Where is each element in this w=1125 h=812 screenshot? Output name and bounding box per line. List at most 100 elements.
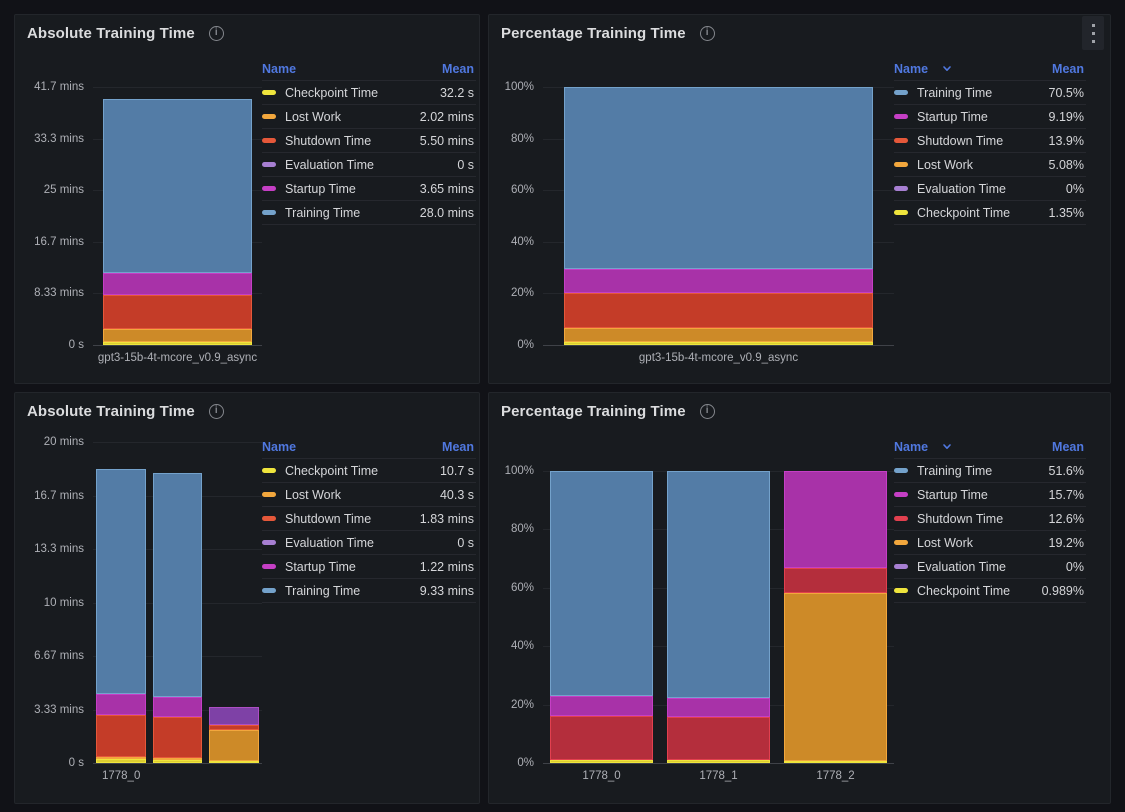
legend-row-startup[interactable]: Startup Time15.7% (894, 483, 1086, 507)
legend-header-name[interactable]: Name (894, 440, 952, 454)
bar-segment-lost[interactable] (564, 328, 873, 341)
info-icon[interactable]: i (700, 26, 715, 41)
bar-segment-checkpoint[interactable] (103, 342, 252, 345)
legend-row-lost[interactable]: Lost Work5.08% (894, 153, 1086, 177)
x-tick-label: 1778_0 (543, 763, 660, 803)
bar-segment-startup[interactable] (96, 694, 146, 715)
series-color-marker (894, 186, 908, 191)
bar-segment-lost[interactable] (784, 593, 887, 761)
legend-table: Name Mean Checkpoint Time10.7 sLost Work40… (262, 435, 476, 603)
legend-row-lost[interactable]: Lost Work40.3 s (262, 483, 476, 507)
bar-segment-startup[interactable] (153, 697, 203, 717)
legend-header-name[interactable]: Name (262, 440, 296, 454)
bar-segment-startup[interactable] (209, 707, 259, 725)
legend-row-startup[interactable]: Startup Time9.19% (894, 105, 1086, 129)
bar-segment-startup[interactable] (564, 269, 873, 293)
bar-segment-shutdown[interactable] (550, 716, 653, 759)
legend-mean-value: 1.83 mins (420, 512, 474, 526)
legend-header-mean[interactable]: Mean (1052, 440, 1084, 454)
legend-name: Training Time (262, 206, 360, 220)
chevron-down-icon (942, 442, 952, 451)
bar-segment-startup[interactable] (784, 471, 887, 569)
legend-mean-value: 2.02 mins (420, 110, 474, 124)
bar-segment-checkpoint[interactable] (784, 761, 887, 763)
legend-header-mean[interactable]: Mean (442, 440, 474, 454)
y-tick-label: 80% (511, 523, 534, 535)
bar-segment-checkpoint[interactable] (564, 342, 873, 345)
bar-segment-training[interactable] (564, 87, 873, 269)
series-color-marker (262, 210, 276, 215)
bar-segment-shutdown[interactable] (784, 568, 887, 593)
legend-row-training[interactable]: Training Time70.5% (894, 81, 1086, 105)
legend-row-shutdown[interactable]: Shutdown Time1.83 mins (262, 507, 476, 531)
legend-row-lost[interactable]: Lost Work2.02 mins (262, 105, 476, 129)
info-icon[interactable]: i (209, 26, 224, 41)
legend-table: Name Mean Training Time51.6%Startup Time15… (894, 435, 1086, 603)
bar-segment-lost[interactable] (209, 730, 259, 761)
legend-row-checkpoint[interactable]: Checkpoint Time0.989% (894, 579, 1086, 603)
legend-row-startup[interactable]: Startup Time1.22 mins (262, 555, 476, 579)
legend-row-checkpoint[interactable]: Checkpoint Time10.7 s (262, 459, 476, 483)
info-icon[interactable]: i (700, 404, 715, 419)
info-icon[interactable]: i (209, 404, 224, 419)
legend-row-shutdown[interactable]: Shutdown Time13.9% (894, 129, 1086, 153)
bar-segment-training[interactable] (103, 99, 252, 272)
bar-segment-shutdown[interactable] (103, 295, 252, 329)
panel-title[interactable]: Percentage Training Time (501, 25, 686, 42)
y-tick-label: 16.7 mins (34, 236, 84, 248)
panel-title[interactable]: Percentage Training Time (501, 403, 686, 420)
legend-header-name[interactable]: Name (894, 62, 952, 76)
bar-segment-shutdown[interactable] (667, 717, 770, 759)
stacked-bar (209, 442, 259, 763)
series-color-marker (894, 516, 908, 521)
legend-row-checkpoint[interactable]: Checkpoint Time1.35% (894, 201, 1086, 225)
legend-row-training[interactable]: Training Time9.33 mins (262, 579, 476, 603)
bar-segment-checkpoint[interactable] (96, 759, 146, 763)
bar-slot (543, 87, 894, 345)
bar-segment-checkpoint[interactable] (153, 760, 203, 763)
series-color-marker (262, 468, 276, 473)
legend-row-evaluation[interactable]: Evaluation Time0 s (262, 153, 476, 177)
bar-segment-lost[interactable] (103, 329, 252, 341)
bar-segment-shutdown[interactable] (96, 715, 146, 758)
legend-row-evaluation[interactable]: Evaluation Time0% (894, 555, 1086, 579)
series-color-marker (262, 90, 276, 95)
legend-row-training[interactable]: Training Time28.0 mins (262, 201, 476, 225)
legend-row-lost[interactable]: Lost Work19.2% (894, 531, 1086, 555)
bar-slot (206, 442, 262, 763)
legend-name: Training Time (262, 584, 360, 598)
legend-name: Startup Time (894, 488, 988, 502)
legend-row-evaluation[interactable]: Evaluation Time0% (894, 177, 1086, 201)
panel-body: 41.7 mins33.3 mins25 mins16.7 mins8.33 m… (15, 43, 479, 383)
bar-segment-checkpoint[interactable] (209, 761, 259, 763)
legend-header-name[interactable]: Name (262, 62, 296, 76)
legend-row-startup[interactable]: Startup Time3.65 mins (262, 177, 476, 201)
legend-series-label: Shutdown Time (285, 134, 371, 148)
panel-body: 100%80%60%40%20%0% gpt3-15b-4t-mcore_v0.… (489, 43, 1110, 383)
bar-segment-shutdown[interactable] (564, 293, 873, 329)
bar-segment-training[interactable] (667, 471, 770, 698)
panel-title[interactable]: Absolute Training Time (27, 403, 195, 420)
bar-segment-checkpoint[interactable] (550, 760, 653, 764)
panel-header: Absolute Training Time i (15, 393, 479, 421)
bar-slot (543, 471, 660, 763)
legend-row-checkpoint[interactable]: Checkpoint Time32.2 s (262, 81, 476, 105)
bar-segment-training[interactable] (550, 471, 653, 696)
bar-segment-startup[interactable] (550, 696, 653, 716)
legend-row-evaluation[interactable]: Evaluation Time0 s (262, 531, 476, 555)
bar-segment-startup[interactable] (667, 698, 770, 717)
panel-title[interactable]: Absolute Training Time (27, 25, 195, 42)
legend-header-mean[interactable]: Mean (1052, 62, 1084, 76)
bar-segment-shutdown[interactable] (153, 717, 203, 758)
bar-segment-checkpoint[interactable] (667, 760, 770, 763)
panel-menu-kebab-icon[interactable] (1082, 16, 1104, 50)
legend-header-mean[interactable]: Mean (442, 62, 474, 76)
legend-row-training[interactable]: Training Time51.6% (894, 459, 1086, 483)
legend-row-shutdown[interactable]: Shutdown Time12.6% (894, 507, 1086, 531)
legend-name: Training Time (894, 464, 992, 478)
bar-segment-startup[interactable] (103, 273, 252, 296)
legend-row-shutdown[interactable]: Shutdown Time5.50 mins (262, 129, 476, 153)
bar-segment-training[interactable] (96, 469, 146, 693)
panel-header: Percentage Training Time i (489, 15, 1110, 43)
bar-segment-training[interactable] (153, 473, 203, 698)
